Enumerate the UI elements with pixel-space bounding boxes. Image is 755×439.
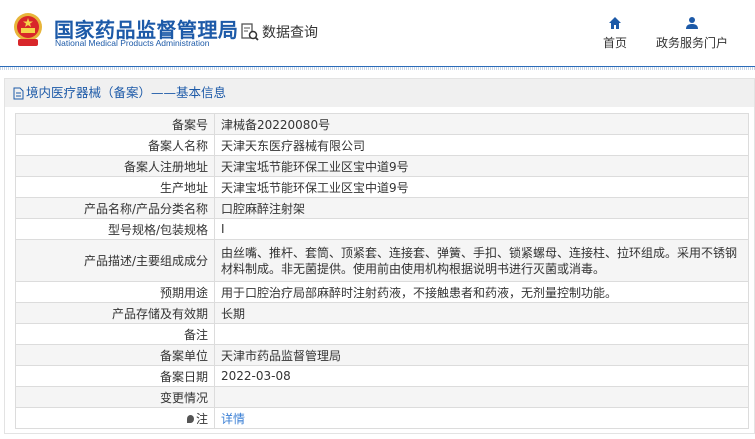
row-value: 详情 — [214, 407, 749, 429]
table-row: 生产地址 天津宝坻节能环保工业区宝中道9号 — [15, 176, 749, 198]
row-value: 长期 — [214, 302, 749, 324]
details-link[interactable]: 详情 — [221, 412, 245, 426]
row-value: 2022-03-08 — [214, 365, 749, 387]
row-label: 备案人注册地址 — [15, 155, 215, 177]
row-value: 由丝嘴、推杆、套筒、顶紧套、连接套、弹簧、手扣、锁紧螺母、连接柱、拉环组成。采用… — [214, 239, 749, 282]
row-label: 注 — [15, 407, 215, 429]
user-icon — [686, 17, 698, 29]
table-row: 型号规格/包装规格 I — [15, 218, 749, 240]
data-query-title[interactable]: 数据查询 — [240, 22, 318, 42]
row-value — [214, 323, 749, 345]
table-row: 产品存储及有效期 长期 — [15, 302, 749, 324]
row-label: 备案日期 — [15, 365, 215, 387]
row-label: 产品描述/主要组成成分 — [15, 239, 215, 282]
table-row: 备注 — [15, 323, 749, 345]
nav-portal-label: 政务服务门户 — [656, 36, 729, 50]
pin-icon — [186, 414, 194, 423]
home-icon — [609, 17, 621, 29]
table-row: 备案单位 天津市药品监督管理局 — [15, 344, 749, 366]
site-header: 国家药品监督管理局 National Medical Products Admi… — [0, 0, 755, 66]
data-query-label: 数据查询 — [262, 25, 318, 41]
info-table: 备案号 津械备20220080号 备案人名称 天津天东医疗器械有限公司 备案人注册地… — [15, 113, 749, 429]
panel-title-text: 境内医疗器械（备案）——基本信息 — [26, 85, 227, 100]
row-value: 津械备20220080号 — [214, 113, 749, 135]
row-value: 天津宝坻节能环保工业区宝中道9号 — [214, 155, 749, 177]
nav-home[interactable]: 首页 — [603, 16, 627, 51]
note-label: 注 — [195, 411, 208, 426]
row-label: 生产地址 — [15, 176, 215, 198]
row-label: 产品名称/产品分类名称 — [15, 197, 215, 219]
table-row: 备案日期 2022-03-08 — [15, 365, 749, 387]
row-label: 变更情况 — [15, 386, 215, 408]
brand-name-en: National Medical Products Administration — [55, 38, 210, 48]
row-value: 天津宝坻节能环保工业区宝中道9号 — [214, 176, 749, 198]
table-row: 备案人名称 天津天东医疗器械有限公司 — [15, 134, 749, 156]
row-label: 型号规格/包装规格 — [15, 218, 215, 240]
row-value: 用于口腔治疗局部麻醉时注射药液，不接触患者和药液，无剂量控制功能。 — [214, 281, 749, 303]
table-row: 产品名称/产品分类名称 口腔麻醉注射架 — [15, 197, 749, 219]
table-row: 备案号 津械备20220080号 — [15, 113, 749, 135]
header-divider — [0, 66, 755, 70]
row-value: I — [214, 218, 749, 240]
national-emblem-logo — [14, 13, 42, 46]
table-row: 备案人注册地址 天津宝坻节能环保工业区宝中道9号 — [15, 155, 749, 177]
row-label: 备案单位 — [15, 344, 215, 366]
nav-gov-service-portal[interactable]: 政务服务门户 — [656, 16, 728, 51]
nav-home-label: 首页 — [603, 36, 628, 50]
row-label: 备案号 — [15, 113, 215, 135]
table-row: 预期用途 用于口腔治疗局部麻醉时注射药液，不接触患者和药液，无剂量控制功能。 — [15, 281, 749, 303]
row-value: 天津天东医疗器械有限公司 — [214, 134, 749, 156]
row-label: 产品存储及有效期 — [15, 302, 215, 324]
row-value: 口腔麻醉注射架 — [214, 197, 749, 219]
table-row: 变更情况 — [15, 386, 749, 408]
row-value — [214, 386, 749, 408]
panel-title: 境内医疗器械（备案）——基本信息 — [5, 79, 754, 107]
row-label: 备案人名称 — [15, 134, 215, 156]
row-value: 天津市药品监督管理局 — [214, 344, 749, 366]
row-label: 预期用途 — [15, 281, 215, 303]
document-search-icon — [241, 23, 259, 41]
row-label: 备注 — [15, 323, 215, 345]
table-row: 注详情 — [15, 407, 749, 429]
table-row: 产品描述/主要组成成分 由丝嘴、推杆、套筒、顶紧套、连接套、弹簧、手扣、锁紧螺母、… — [15, 239, 749, 282]
document-icon — [13, 87, 24, 99]
detail-panel: 境内医疗器械（备案）——基本信息 备案号 津械备20220080号 备案人名称 天津… — [4, 78, 755, 434]
